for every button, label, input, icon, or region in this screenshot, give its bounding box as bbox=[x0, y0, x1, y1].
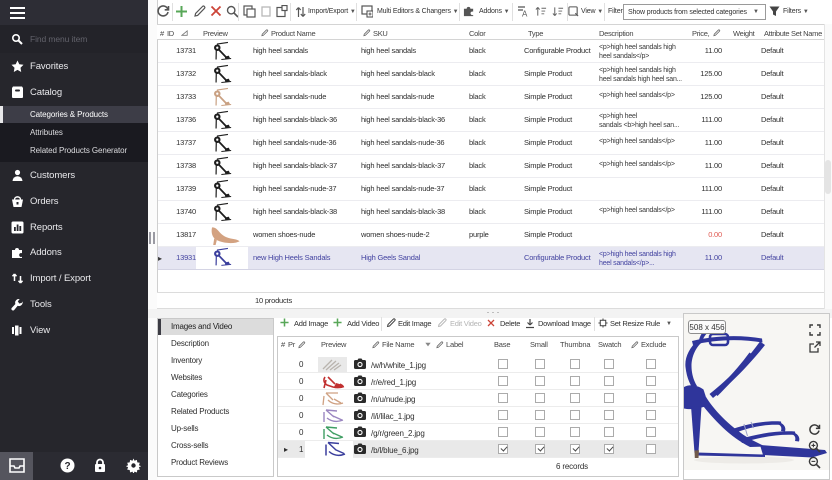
svg-text:?: ? bbox=[64, 461, 70, 472]
svg-text:A: A bbox=[522, 10, 528, 18]
